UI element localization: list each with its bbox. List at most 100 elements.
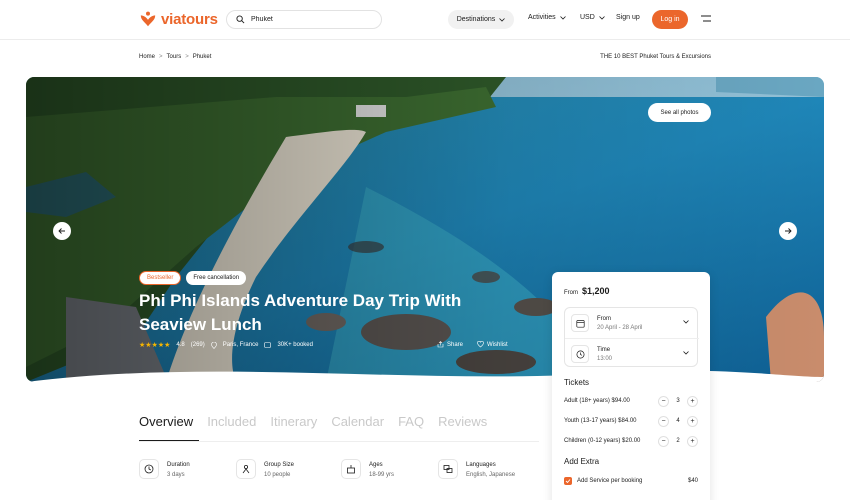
menu-icon[interactable] [701, 15, 711, 23]
feature-title: Ages [369, 462, 383, 468]
tab-included[interactable]: Included [207, 414, 256, 429]
activities-label: Activities [528, 14, 556, 21]
bestseller-badge: Bestseller [139, 271, 182, 285]
ticket-row-adult: Adult (18+ years) $94.00 − 3 + [564, 394, 698, 408]
signup-link[interactable]: Sign up [616, 14, 640, 21]
search-bar[interactable] [226, 10, 382, 29]
brand-name: viatours [161, 10, 218, 28]
extra-service-price: $40 [687, 478, 698, 484]
feature-group-size: Group Size 10 people [236, 459, 294, 479]
language-icon [438, 459, 458, 479]
currency-label: USD [580, 14, 595, 21]
tour-title: Phi Phi Islands Adventure Day Trip With … [139, 291, 462, 334]
booking-card: From $1,200 From 20 April - 28 April Tim… [552, 272, 710, 500]
feature-title: Duration [167, 462, 190, 468]
price-row: From $1,200 [564, 286, 610, 296]
feature-title: Group Size [264, 462, 295, 468]
login-button[interactable]: Log in [652, 10, 688, 29]
rating-value: 4.8 [176, 342, 185, 348]
date-time-selector: From 20 April - 28 April Time 13:00 [564, 307, 699, 367]
selector-divider [565, 338, 699, 339]
chevron-down-icon [598, 15, 605, 20]
ticket-label: Children (0-12 years) $20.00 [564, 438, 641, 444]
time-label: Time [597, 346, 611, 353]
feature-ages: Ages 18-99 yrs [341, 459, 394, 479]
signup-label: Sign up [616, 14, 640, 21]
location-icon [210, 341, 217, 349]
increment-button[interactable]: + [687, 395, 698, 407]
extra-service-row: Add Service per booking $40 [564, 477, 698, 485]
feature-duration: Duration 3 days [139, 459, 190, 479]
increment-button[interactable]: + [687, 435, 698, 447]
free-cancellation-badge: Free cancellation [186, 271, 247, 285]
arrow-right-icon [785, 228, 792, 234]
clock-icon [139, 459, 159, 479]
destinations-label: Destinations [456, 16, 496, 23]
chevron-down-icon [559, 15, 566, 20]
calendar-icon [571, 314, 589, 332]
booked-icon [264, 342, 272, 348]
brand-logo[interactable]: viatours [139, 10, 218, 28]
tickets-title: Tickets [564, 378, 590, 387]
extra-service-label: Add Service per booking [577, 478, 643, 484]
quantity-stepper: − 4 + [658, 415, 698, 427]
feature-title: Languages [466, 462, 496, 468]
top-header: viatours Destinations Activities USD Sig… [0, 0, 850, 40]
booked-count: 30K+ booked [277, 342, 313, 348]
quantity-stepper: − 2 + [658, 435, 698, 447]
ticket-label: Adult (18+ years) $94.00 [564, 398, 630, 404]
chevron-down-icon [683, 351, 689, 355]
decrement-button[interactable]: − [658, 435, 669, 447]
logo-icon [140, 11, 156, 27]
best-tours-link[interactable]: THE 10 BEST Phuket Tours & Excursions [600, 54, 711, 60]
decrement-button[interactable]: − [658, 415, 669, 427]
date-picker[interactable]: From 20 April - 28 April [571, 311, 693, 335]
search-input[interactable] [251, 16, 371, 23]
quantity-value: 2 [676, 438, 680, 444]
active-tab-indicator [139, 440, 199, 441]
extra-service-checkbox[interactable] [564, 477, 572, 485]
rating-stars-icon: ★★★★★ [139, 342, 171, 349]
next-photo-button[interactable] [779, 222, 797, 240]
share-wishlist: Share Wishlist [437, 341, 508, 348]
chevron-down-icon [499, 17, 506, 22]
ticket-row-children: Children (0-12 years) $20.00 − 2 + [564, 434, 698, 448]
prev-photo-button[interactable] [53, 222, 71, 240]
tab-overview[interactable]: Overview [139, 414, 193, 429]
time-picker[interactable]: Time 13:00 [571, 342, 693, 366]
ages-icon [341, 459, 361, 479]
hero-badges: Bestseller Free cancellation [139, 271, 247, 285]
wishlist-label: Wishlist [487, 341, 508, 348]
breadcrumb-tours[interactable]: Tours [167, 54, 182, 60]
content-tabs: Overview Included Itinerary Calendar FAQ… [139, 414, 487, 429]
tab-faq[interactable]: FAQ [398, 414, 424, 429]
heart-icon [477, 341, 484, 348]
tab-calendar[interactable]: Calendar [331, 414, 384, 429]
decrement-button[interactable]: − [658, 395, 669, 407]
breadcrumb: Home > Tours > Phuket [139, 54, 211, 60]
destinations-dropdown[interactable]: Destinations [448, 10, 514, 29]
add-extra-title: Add Extra [564, 457, 600, 466]
price-from-label: From [564, 290, 578, 296]
quantity-stepper: − 3 + [658, 395, 698, 407]
share-label: Share [447, 341, 464, 348]
ticket-row-youth: Youth (13-17 years) $84.00 − 4 + [564, 414, 698, 428]
wishlist-button[interactable]: Wishlist [477, 341, 508, 348]
search-icon [236, 15, 245, 24]
breadcrumb-home[interactable]: Home [139, 54, 155, 60]
activities-dropdown[interactable]: Activities [528, 14, 566, 21]
check-icon [565, 479, 571, 484]
tab-reviews[interactable]: Reviews [438, 414, 487, 429]
date-label: From [597, 315, 611, 322]
currency-dropdown[interactable]: USD [580, 14, 605, 21]
share-icon [437, 341, 444, 348]
time-value: 13:00 [597, 355, 613, 362]
tab-itinerary[interactable]: Itinerary [270, 414, 317, 429]
increment-button[interactable]: + [687, 415, 698, 427]
share-button[interactable]: Share [437, 341, 463, 348]
breadcrumb-phuket[interactable]: Phuket [193, 54, 212, 60]
clock-icon [571, 345, 589, 363]
location-text: Paris, France [222, 342, 259, 348]
see-all-photos-button[interactable]: See all photos [648, 103, 711, 122]
feature-value: 10 people [264, 472, 291, 478]
